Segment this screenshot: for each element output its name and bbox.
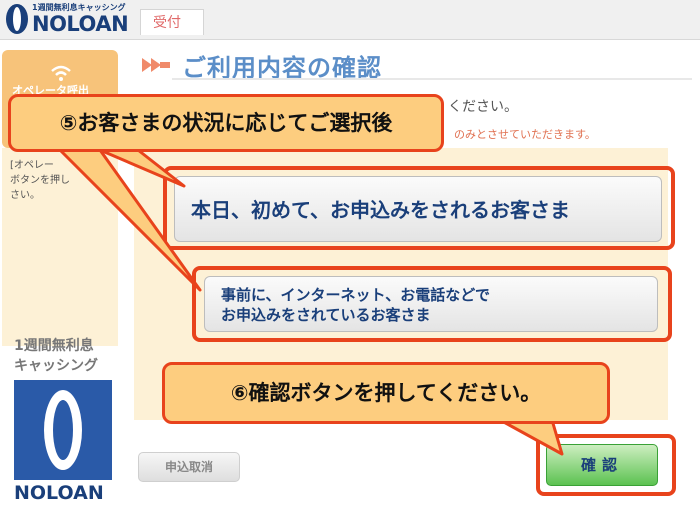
note-line: さい。	[10, 190, 40, 201]
top-bar: 1週間無利息キャッシング NOLOAN 受付	[0, 0, 700, 40]
logo-o-mark	[6, 4, 28, 34]
noloan-logo: 1週間無利息キャッシング NOLOAN	[4, 2, 132, 36]
brand-logo-mark	[14, 380, 112, 480]
note-line: ボタンを押し	[10, 175, 70, 186]
title-divider	[172, 78, 692, 80]
signal-icon	[51, 65, 71, 81]
page-header: ご利用内容の確認	[142, 48, 562, 82]
notice-text: のみとさせていただきます。	[454, 128, 596, 141]
step5-callout: ⑤お客さまの状況に応じてご選択後	[8, 94, 444, 152]
note-line: [オペレー	[10, 160, 54, 171]
operator-help-note: [オペレー ボタンを押し さい。	[2, 148, 118, 346]
double-arrow-icon	[142, 58, 170, 72]
brand-logo-word: NOLOAN	[14, 482, 104, 504]
cancel-application-button[interactable]: 申込取消	[138, 452, 240, 482]
logo-wordmark: NOLOAN	[32, 12, 129, 36]
step6-callout: ⑥確認ボタンを押してください。	[162, 362, 610, 424]
brand-line: 1週間無利息	[14, 338, 94, 354]
tab-reception[interactable]: 受付	[140, 9, 204, 35]
instruction-text: ください。	[448, 99, 518, 115]
highlight-frame	[536, 434, 676, 496]
highlight-frame	[163, 166, 675, 250]
highlight-frame	[192, 266, 672, 342]
side-brand-text: 1週間無利息 キャッシング	[14, 336, 98, 376]
brand-line: キャッシング	[14, 358, 98, 374]
logo-ring	[44, 390, 82, 470]
